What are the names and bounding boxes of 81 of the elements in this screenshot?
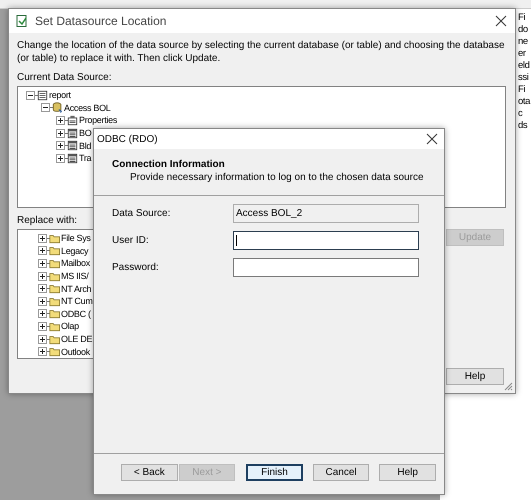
document-text: ota [518,96,530,108]
expand-icon[interactable] [56,141,65,150]
help-button[interactable]: Help [446,368,504,385]
close-icon[interactable] [426,133,438,145]
tree-item[interactable]: Bld [78,140,92,152]
tree-item[interactable]: NT Arch [60,282,92,295]
document-text: eld [518,60,530,72]
folder-icon [49,283,60,294]
expand-icon[interactable] [38,284,47,294]
tree-item[interactable]: ODBC ( [60,308,92,320]
tree-item[interactable]: Access BOL [63,102,112,114]
folder-icon [49,296,60,307]
back-button[interactable]: < Back [121,464,178,480]
table-icon [67,128,78,139]
expand-icon[interactable] [38,272,47,281]
folder-icon [49,308,60,320]
finish-button[interactable]: Finish [246,464,303,480]
data-source-field[interactable]: Access BOL_2 [233,204,419,223]
tree-item[interactable]: Outlook [60,346,91,358]
section-description: Provide necessary information to log on to the chosen data source [129,171,425,184]
document-text: Fi [518,84,526,96]
password-field[interactable] [233,258,419,277]
table-icon [67,152,78,164]
folder-icon [49,270,60,282]
expand-icon[interactable] [38,246,47,256]
folder-icon [49,232,60,244]
window-title: Set Datasource Location [35,14,168,28]
cancel-button[interactable]: Cancel [312,464,370,480]
help-button[interactable]: Help [379,464,436,480]
database-icon [52,102,63,114]
document-text: do [518,24,528,36]
tree-item[interactable]: Tra [78,152,92,164]
tree-item[interactable]: NT Cum [60,295,94,308]
resize-grip-icon [503,381,513,391]
tree-item[interactable]: Properties [78,114,118,126]
properties-icon [67,114,78,126]
table-icon [67,140,78,152]
text-cursor [236,235,237,246]
tree-item[interactable]: Mailbox [60,257,91,270]
section-heading: Connection Information [112,158,226,171]
document-text: er [518,48,526,60]
field-label: Data Source: [112,208,172,219]
tree-item[interactable]: File Sys [60,232,92,244]
expand-icon[interactable] [56,128,65,138]
field-label: Password: [112,262,160,273]
tree-item[interactable]: report [48,89,72,102]
expand-icon[interactable] [38,322,47,331]
folder-icon [49,334,60,345]
expand-icon[interactable] [38,309,47,318]
close-icon[interactable] [495,15,507,27]
folder-icon [49,258,60,269]
section-label: Current Data Source: [17,71,112,84]
expand-icon[interactable] [38,258,47,268]
document-text: ne [518,36,528,48]
expand-icon[interactable] [56,116,65,125]
tree-item[interactable]: OLE DE [60,333,94,346]
document-text: ssi [518,72,528,84]
expand-icon[interactable] [38,296,47,306]
document-text: ds [518,120,528,132]
expand-icon[interactable] [38,234,47,243]
tree-item[interactable]: Olap [60,320,80,332]
document-text: c [518,108,522,120]
report-icon [37,90,48,101]
tree-item[interactable]: BO [78,127,92,140]
instruction-text: Change the location of the data source by selecting the current database (or table) and choosing the database (or table) to replace it with. Then click Update. [17,39,505,65]
user-id-field[interactable] [233,231,419,250]
field-label: User ID: [112,235,150,246]
folder-icon [49,346,60,358]
collapse-icon[interactable] [41,103,50,112]
tree-item[interactable]: Legacy [60,244,90,257]
document-text: Fi [518,12,526,24]
app-icon [15,14,29,28]
expand-icon[interactable] [56,154,65,163]
section-label: Replace with: [17,214,78,227]
expand-icon[interactable] [38,334,47,344]
folder-icon [49,245,60,256]
folder-icon [49,320,60,332]
window-title: ODBC (RDO) [97,134,159,144]
tree-item[interactable]: MS IIS/ [60,270,90,282]
expand-icon[interactable] [38,347,47,356]
collapse-icon[interactable] [26,90,35,100]
